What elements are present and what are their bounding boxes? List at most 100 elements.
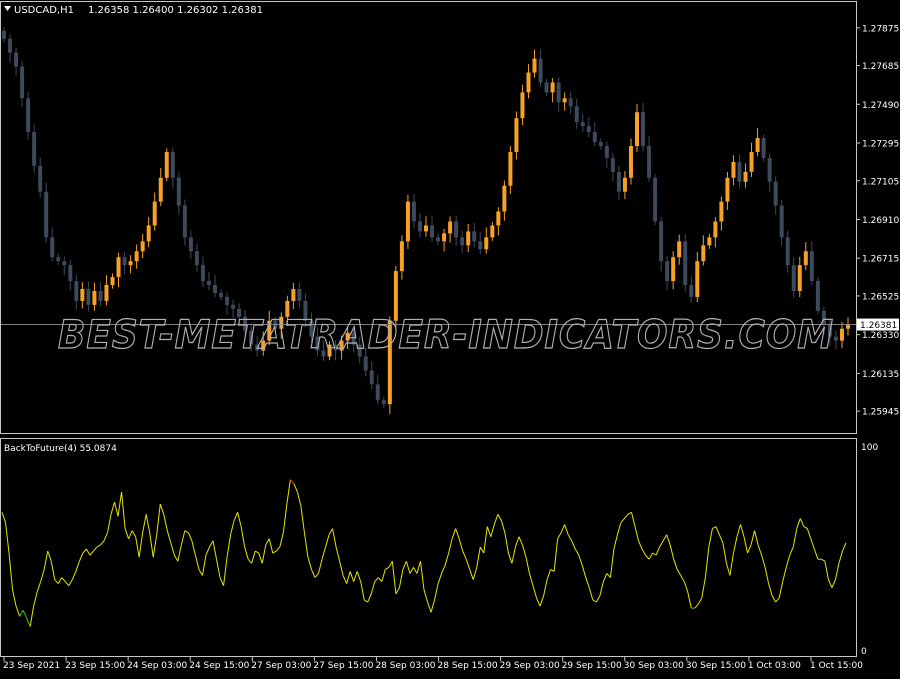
candle-body (104, 285, 109, 301)
chart-canvas[interactable]: USDCAD,H1 1.26358 1.26400 1.26302 1.2638… (0, 0, 900, 675)
candle-body (363, 356, 368, 371)
price-tick-label: 1.27295 (862, 140, 899, 150)
candle-body (526, 72, 531, 93)
candle-body (8, 38, 13, 53)
candle-body (231, 304, 236, 309)
candle-body (532, 58, 537, 73)
candle-body (598, 142, 603, 146)
candle-body (225, 296, 230, 305)
candle-body (436, 237, 441, 242)
symbol-timeframe: USDCAD,H1 (14, 5, 74, 16)
candle-body (797, 265, 802, 291)
candle-body (707, 237, 712, 246)
candle-body (158, 177, 163, 202)
candle-body (291, 289, 296, 301)
candle-body (146, 225, 151, 242)
candle-body (725, 177, 730, 202)
candle-body (641, 112, 646, 146)
time-tick-label: 30 Sep 03:00 (624, 661, 684, 671)
candle-body (44, 191, 49, 238)
price-tick-label: 1.26910 (862, 216, 899, 226)
current-price-label: 1.26381 (860, 321, 897, 331)
candle-body (68, 265, 73, 282)
candle-body (550, 82, 555, 93)
candle-body (562, 98, 567, 103)
candle-body (622, 177, 627, 192)
candle-body (544, 82, 549, 93)
candle-body (755, 138, 760, 152)
candle-body (50, 237, 55, 258)
candle-body (635, 112, 639, 146)
candle-body (460, 237, 465, 246)
candle-body (538, 58, 543, 83)
candle-body (556, 82, 561, 103)
candle-body (719, 201, 724, 222)
time-tick-label: 24 Sep 15:00 (189, 661, 249, 671)
price-tick-label: 1.27875 (862, 24, 899, 34)
candle-body (791, 265, 796, 291)
candle-body (484, 237, 489, 250)
candle-body (502, 185, 507, 212)
candle-body (152, 201, 157, 226)
candle-body (411, 201, 416, 222)
candle-body (695, 261, 700, 297)
candle-body (399, 241, 404, 272)
candle-body (188, 237, 193, 252)
candle-body (182, 205, 187, 238)
candle-body (689, 285, 694, 297)
candle-body (743, 171, 748, 182)
candle-body (773, 181, 778, 206)
candle-body (839, 328, 844, 341)
candle-body (62, 261, 67, 266)
price-tick-label: 1.27105 (862, 177, 899, 187)
candle-body (514, 118, 519, 152)
candle-body (574, 106, 579, 123)
candle-body (653, 177, 658, 222)
candle-body (375, 384, 380, 401)
candle-body (430, 225, 435, 238)
candle-body (122, 257, 127, 266)
candle-body (134, 251, 139, 262)
price-tick-label: 1.26525 (862, 292, 899, 302)
time-tick-label: 29 Sep 15:00 (562, 661, 622, 671)
candle-body (164, 151, 169, 178)
candle-body (80, 289, 85, 301)
price-tick-label: 1.27685 (862, 62, 899, 72)
candle-body (116, 257, 121, 278)
ohlc-values: 1.26358 1.26400 1.26302 1.26381 (88, 5, 263, 16)
candle-body (424, 225, 428, 232)
candle-body (140, 241, 145, 252)
time-tick-label: 1 Oct 03:00 (748, 661, 801, 671)
time-tick-label: 24 Sep 03:00 (127, 661, 187, 671)
time-tick-label: 28 Sep 15:00 (438, 661, 498, 671)
candle-body (405, 201, 410, 242)
candle-body (14, 52, 19, 67)
candle-body (592, 132, 597, 143)
price-tick-label: 1.26715 (862, 255, 899, 265)
indicator-tick-label: 0 (861, 647, 867, 657)
candle-body (833, 336, 838, 341)
candle-body (74, 281, 79, 301)
time-tick-label: 1 Oct 15:00 (810, 661, 863, 671)
candle-body (86, 289, 91, 305)
candle-body (20, 66, 25, 99)
time-tick-label: 29 Sep 03:00 (500, 661, 560, 671)
candle-body (56, 257, 61, 262)
candle-body (779, 205, 784, 238)
candle-body (442, 233, 447, 242)
candle-body (417, 221, 422, 232)
candle-body (616, 171, 621, 192)
price-tick-label: 1.26135 (862, 370, 899, 380)
candle-body (610, 157, 615, 172)
candle-body (110, 277, 115, 286)
candle-body (580, 122, 585, 127)
price-tick-label: 1.27490 (862, 101, 899, 111)
candle-body (767, 157, 772, 182)
price-tick-label: 1.25945 (862, 408, 899, 418)
candle-body (466, 231, 471, 246)
candle-body (713, 221, 718, 238)
time-tick-label: 27 Sep 15:00 (313, 661, 373, 671)
chart-window[interactable]: USDCAD,H1 1.26358 1.26400 1.26302 1.2638… (0, 0, 900, 675)
candle-body (677, 241, 682, 258)
candle-body (671, 257, 676, 282)
